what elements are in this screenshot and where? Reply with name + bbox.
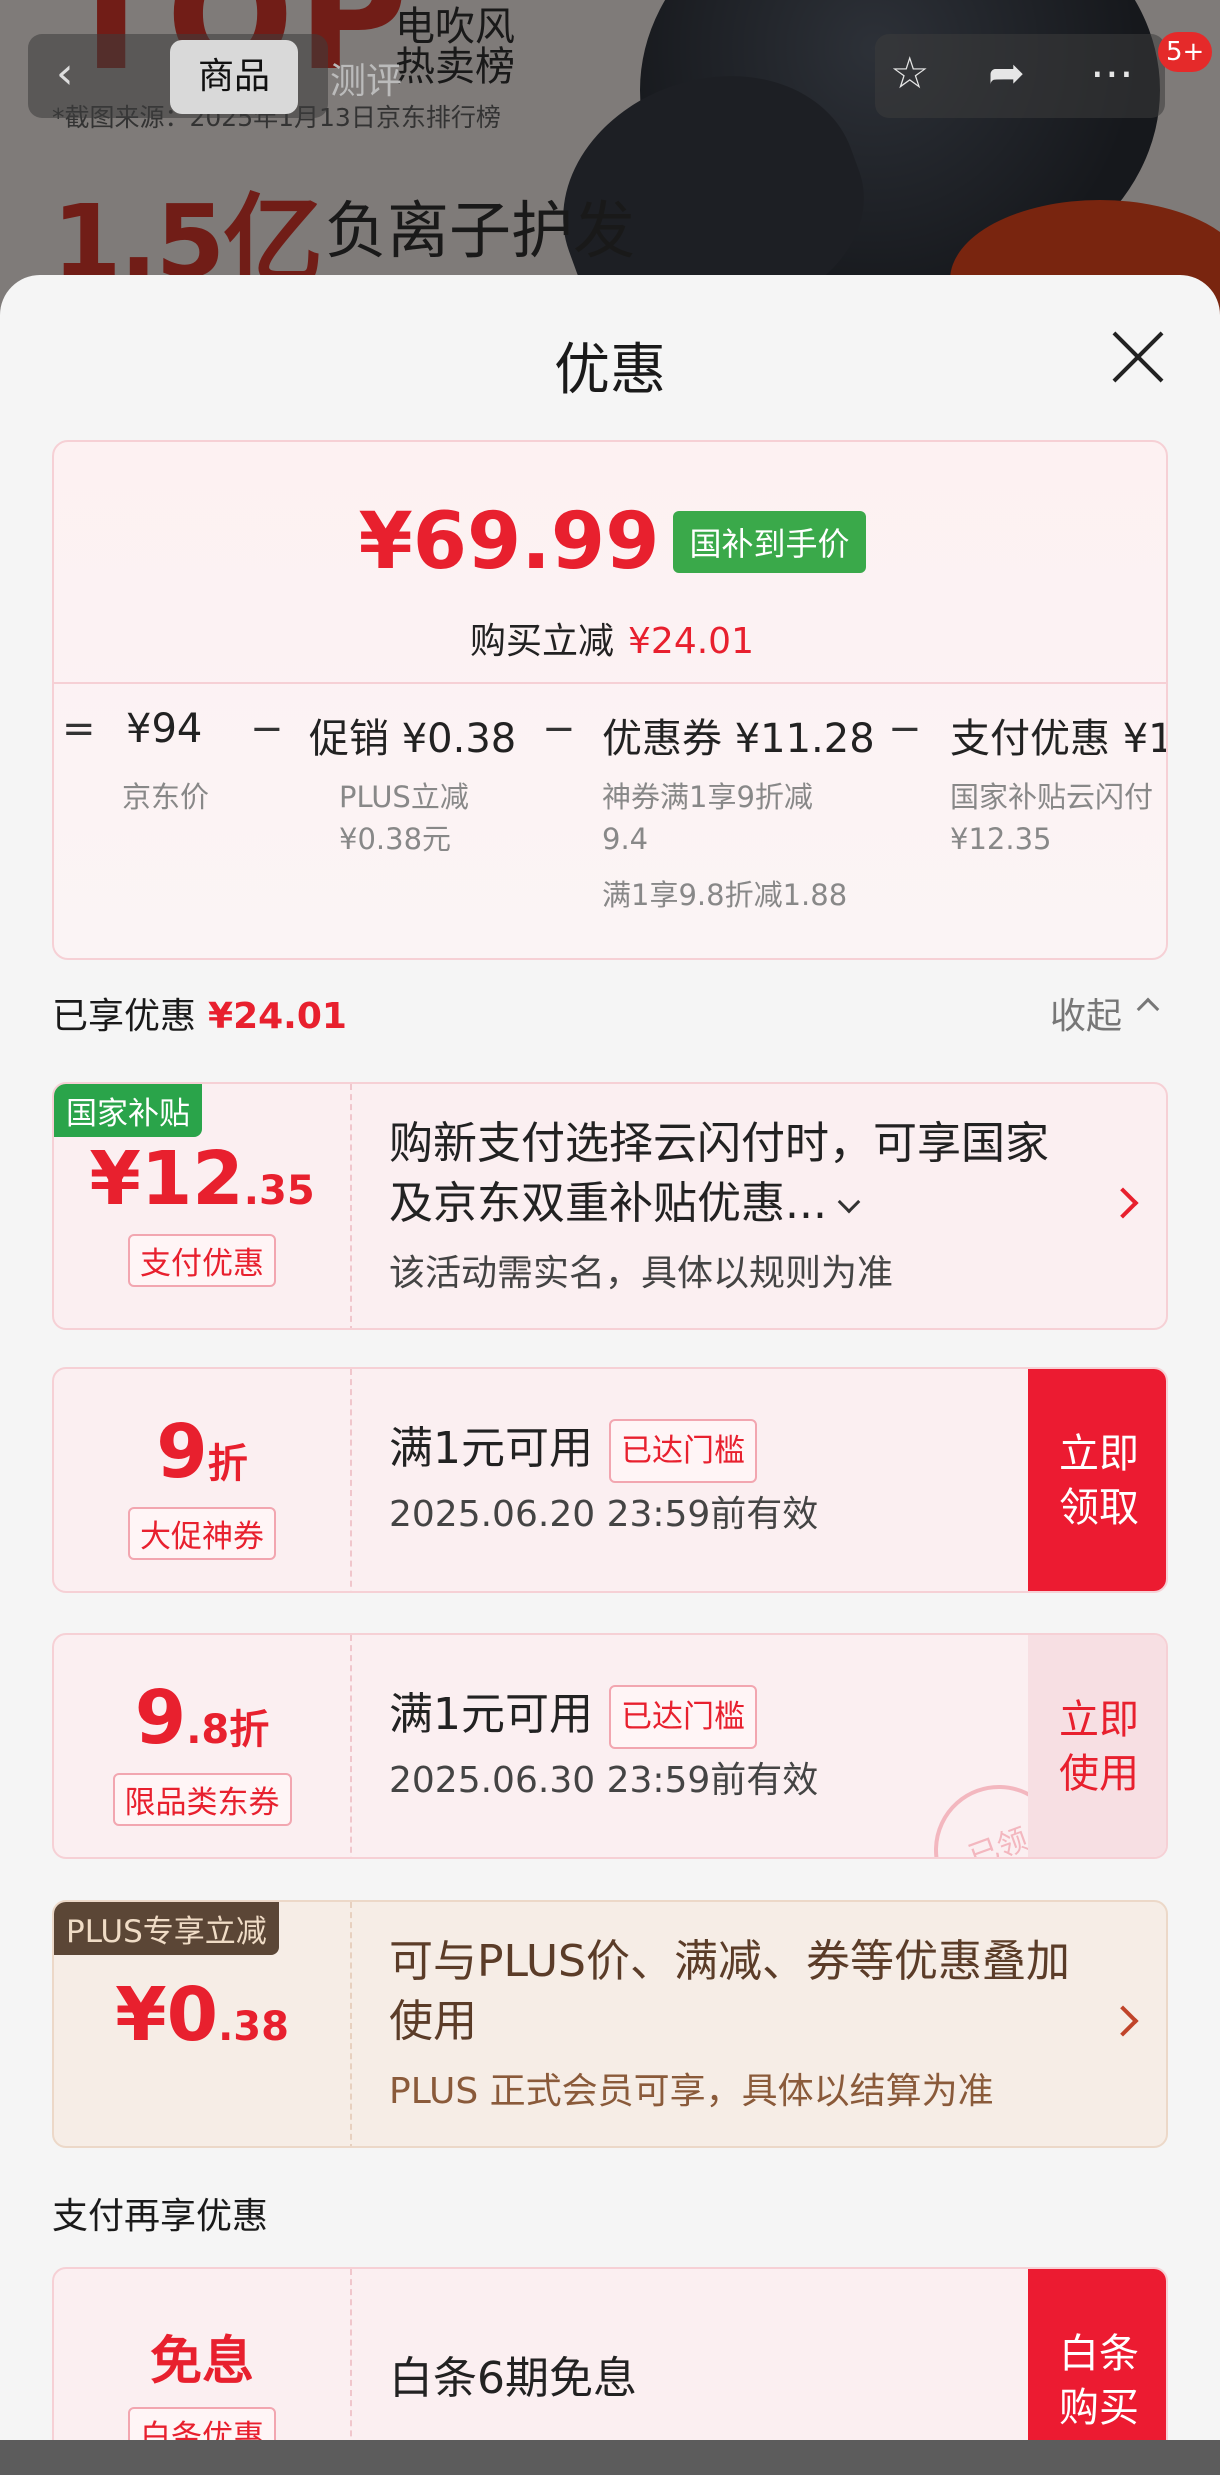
share-icon[interactable]: ➦ [988, 48, 1025, 99]
chevron-right-icon[interactable] [1107, 2005, 1139, 2037]
card-left: ¥0.38 [54, 1902, 350, 2146]
coupon-value: 9折 [54, 1409, 350, 1495]
product-banner: TOP 电吹风 热卖榜 *截图来源：2025年1月13日京东排行榜 1.5亿 负… [0, 0, 1220, 320]
action-line: 使用 [1059, 1751, 1139, 1797]
chevron-down-icon[interactable] [837, 1190, 861, 1214]
card-divider [350, 1902, 352, 2146]
subsidy-title-text: 购新支付选择云闪付时，可享国家及京东双重补贴优惠... [389, 1118, 1049, 1229]
coupon-card: 9折 大促神券 满1元可用 已达门槛 2025.06.20 23:59前有效 立即… [52, 1367, 1168, 1593]
coupon-tag: 限品类东券 [112, 1773, 292, 1826]
bottom-bar [0, 2440, 1220, 2475]
price-calculation[interactable]: = ¥94 京东价 − 促销 ¥0.38 PLUS立减 ¥0.38元 − 优惠券… [54, 682, 1166, 958]
plus-card[interactable]: PLUS专享立减 ¥0.38 可与PLUS价、满减、券等优惠叠加使用 PLUS … [52, 1900, 1168, 2148]
value-small: .35 [243, 1168, 315, 1214]
enjoyed-discount-label: 已享优惠 ¥24.01 [52, 987, 347, 1039]
claim-button[interactable]: 立即 领取 [1028, 1369, 1166, 1591]
threshold-badge: 已达门槛 [609, 1685, 757, 1749]
subsidy-title[interactable]: 购新支付选择云闪付时，可享国家及京东双重补贴优惠... [389, 1114, 1089, 1234]
chevron-up-icon[interactable] [1136, 997, 1160, 1021]
coupon-tag: 大促神券 [128, 1507, 276, 1560]
card-left: 9折 大促神券 [54, 1369, 350, 1591]
final-price: ¥69.99 [358, 497, 660, 587]
notification-badge: 5+ [1158, 32, 1213, 72]
calc-item-sub: 京东价 [122, 780, 210, 814]
chevron-right-icon[interactable] [1107, 1187, 1139, 1219]
card-left: 9.8折 限品类东券 [54, 1635, 350, 1857]
calc-item-jd-price: ¥94 [126, 706, 203, 752]
minus-sign: − [888, 706, 922, 752]
close-icon[interactable] [1108, 327, 1168, 387]
calc-item-sub: 神券满1享9折减 [602, 780, 813, 814]
plus-title: 可与PLUS价、满减、券等优惠叠加使用 [389, 1936, 1070, 2047]
minus-sign: − [542, 706, 576, 752]
action-line: 立即 [1059, 1431, 1139, 1477]
coupon-expiry: 2025.06.30 23:59前有效 [389, 1760, 819, 1801]
coupon-title: 满1元可用 已达门槛 [389, 1419, 1089, 1483]
price-tag: 国补到手价 [673, 511, 866, 573]
value-big: ¥0 [115, 1972, 219, 2058]
more-icon[interactable]: ⋯ [1090, 48, 1134, 99]
minus-sign: − [250, 706, 284, 752]
threshold-badge: 已达门槛 [609, 1419, 757, 1483]
coupon-value: 9.8折 [54, 1675, 350, 1761]
card-left: ¥12.35 支付优惠 [54, 1084, 350, 1328]
star-icon[interactable]: ☆ [890, 48, 929, 99]
value-small: .38 [218, 2004, 289, 2050]
baitiao-value: 免息 [54, 2319, 350, 2394]
calc-item-sub: 国家补贴云闪付 [950, 780, 1154, 814]
tab-product[interactable]: 商品 [170, 40, 298, 114]
value-small: .8折 [186, 1707, 270, 1753]
reduce-amount: ¥24.01 [628, 621, 754, 662]
coupon-title-text: 满1元可用 [389, 1423, 593, 1474]
calc-item-payment: 支付优惠 ¥12.35 [950, 716, 1166, 762]
calc-item-sub: ¥12.35 [950, 822, 1052, 856]
action-line: 购买 [1059, 2385, 1139, 2431]
action-line: 立即 [1059, 1697, 1139, 1743]
calc-item-promo: 促销 ¥0.38 [309, 716, 517, 762]
card-divider [350, 1635, 352, 1857]
subsidy-tag: 支付优惠 [128, 1234, 276, 1287]
card-divider [350, 1369, 352, 1591]
baitiao-title: 白条6期免息 [389, 2353, 637, 2404]
use-button[interactable]: 立即 使用 [1028, 1635, 1166, 1857]
back-arrow-icon[interactable]: ‹ [56, 48, 74, 99]
reduce-row: 购买立减 ¥24.01 [54, 612, 1166, 664]
discount-sheet: 优惠 ¥69.99 国补到手价 购买立减 ¥24.01 = ¥94 京东价 − 促销… [0, 275, 1220, 2475]
coupon-title: 满1元可用 已达门槛 [389, 1685, 1089, 1749]
tab-review[interactable]: 测评 [330, 52, 402, 104]
value-big: 9 [134, 1675, 187, 1761]
sheet-title: 优惠 [554, 338, 666, 403]
plus-desc: PLUS 正式会员可享，具体以结算为准 [389, 2071, 994, 2112]
value-big: 9 [156, 1409, 208, 1495]
final-price-row: ¥69.99 国补到手价 [54, 497, 1166, 587]
enjoyed-label-text: 已享优惠 [52, 996, 197, 1037]
reduce-label: 购买立减 [470, 621, 615, 662]
calc-item-sub: 9.4 [602, 822, 649, 856]
value-big: 免息 [149, 2332, 254, 2392]
subsidy-value: ¥12.35 [54, 1136, 350, 1222]
price-summary: ¥69.99 国补到手价 购买立减 ¥24.01 = ¥94 京东价 − 促销 ¥0… [52, 440, 1168, 960]
calc-item-sub: PLUS立减 [339, 780, 469, 814]
calc-item-sub: 满1享9.8折减1.88 [602, 878, 848, 912]
coupon-expiry: 2025.06.20 23:59前有效 [389, 1494, 819, 1535]
collapse-button[interactable]: 收起 [1050, 987, 1122, 1039]
value-small: 折 [207, 1441, 248, 1487]
subsidy-desc: 该活动需实名，具体以规则为准 [389, 1253, 894, 1294]
plus-value: ¥0.38 [54, 1972, 350, 2058]
action-line: 领取 [1059, 1485, 1139, 1531]
coupon-card: 9.8折 限品类东券 满1元可用 已达门槛 2025.06.30 23:59前有效… [52, 1633, 1168, 1859]
value-big: ¥12 [89, 1136, 244, 1222]
action-line: 白条 [1059, 2331, 1139, 2377]
pay-more-label: 支付再享优惠 [52, 2196, 269, 2237]
calc-item-sub: ¥0.38元 [339, 822, 452, 856]
card-divider [350, 1084, 352, 1328]
coupon-title-text: 满1元可用 [389, 1689, 593, 1740]
subsidy-card[interactable]: 国家补贴 ¥12.35 支付优惠 购新支付选择云闪付时，可享国家及京东双重补贴优… [52, 1082, 1168, 1330]
calc-item-coupon: 优惠券 ¥11.28 [602, 716, 875, 762]
equals-sign: = [62, 706, 96, 752]
enjoyed-amount: ¥24.01 [208, 996, 347, 1037]
